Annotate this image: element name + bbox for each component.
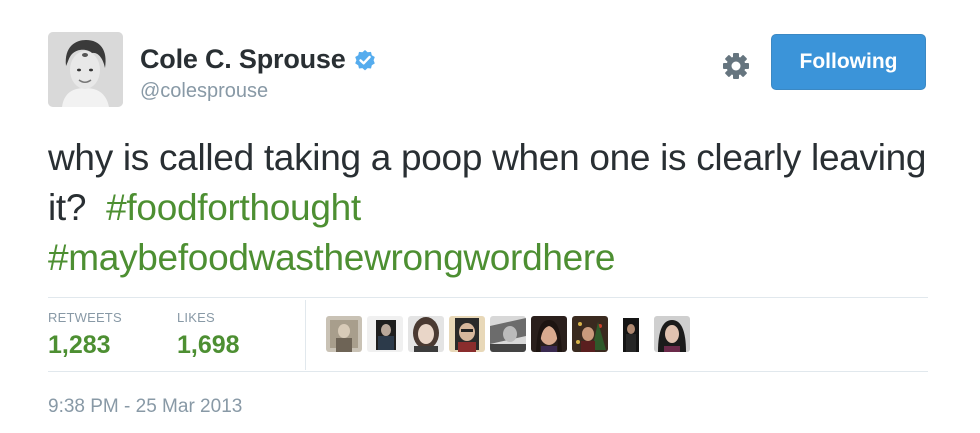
stats-separator bbox=[305, 300, 306, 370]
retweets-label: RETWEETS bbox=[48, 310, 122, 325]
following-button[interactable]: Following bbox=[771, 34, 926, 90]
tweet-text: why is called taking a poop when one is … bbox=[48, 133, 938, 283]
liker-avatar[interactable] bbox=[449, 316, 485, 352]
liker-avatar[interactable] bbox=[326, 316, 362, 352]
verified-badge-icon bbox=[353, 48, 377, 72]
divider bbox=[48, 371, 928, 372]
retweets-stat[interactable]: RETWEETS 1,283 bbox=[48, 310, 122, 360]
liker-avatar[interactable] bbox=[531, 316, 567, 352]
avatar[interactable] bbox=[48, 32, 123, 107]
liker-avatar[interactable] bbox=[572, 316, 608, 352]
hashtag-link[interactable]: #maybefoodwasthewrongwordhere bbox=[48, 237, 616, 278]
tweet-stats: RETWEETS 1,283 LIKES 1,698 bbox=[48, 300, 928, 370]
divider bbox=[48, 297, 928, 298]
liker-avatar[interactable] bbox=[613, 316, 649, 352]
display-name[interactable]: Cole C. Sprouse bbox=[140, 44, 346, 75]
liker-avatars bbox=[326, 316, 690, 352]
hashtag-link[interactable]: #foodforthought bbox=[106, 187, 361, 228]
likes-label: LIKES bbox=[177, 310, 215, 325]
liker-avatar[interactable] bbox=[408, 316, 444, 352]
avatar-image bbox=[48, 32, 123, 107]
gear-icon[interactable] bbox=[721, 51, 751, 81]
liker-avatar[interactable] bbox=[490, 316, 526, 352]
liker-avatar[interactable] bbox=[654, 316, 690, 352]
likes-count: 1,698 bbox=[177, 331, 240, 359]
tweet-header: Cole C. Sprouse @colesprouse Following bbox=[48, 32, 928, 112]
liker-avatar[interactable] bbox=[367, 316, 403, 352]
user-handle[interactable]: @colesprouse bbox=[140, 80, 268, 103]
retweets-count: 1,283 bbox=[48, 331, 111, 359]
likes-stat[interactable]: LIKES 1,698 bbox=[177, 310, 240, 360]
tweet-timestamp[interactable]: 9:38 PM - 25 Mar 2013 bbox=[48, 396, 242, 418]
